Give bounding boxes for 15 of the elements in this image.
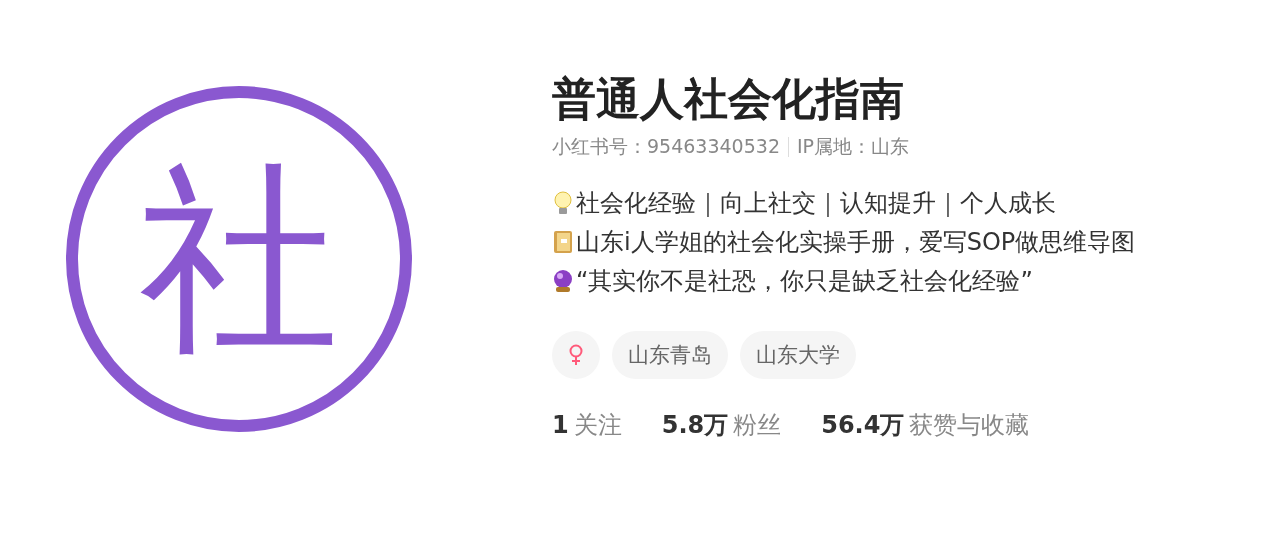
account-id: 小红书号：95463340532 bbox=[552, 133, 780, 159]
light-bulb-icon bbox=[552, 190, 574, 217]
location-tag[interactable]: 山东青岛 bbox=[612, 330, 728, 379]
bio-line: 社会化经验｜向上社交｜认知提升｜个人成长 bbox=[576, 187, 1056, 219]
location-tag[interactable]: 山东大学 bbox=[740, 330, 856, 379]
ip-location: IP属地：山东 bbox=[797, 133, 910, 159]
bio-line: “其实你不是社恐，你只是缺乏社会化经验” bbox=[576, 265, 1033, 297]
stat-link[interactable]: 1 关注 bbox=[552, 408, 622, 441]
avatar-character: 社 bbox=[139, 159, 339, 359]
book-icon bbox=[552, 229, 574, 256]
profile-name: 普通人社会化指南 bbox=[552, 73, 905, 126]
stat-link[interactable]: 5.8万 粉丝 bbox=[661, 408, 782, 441]
bio-line: 山东i人学姐的社会化实操手册，爱写SOP做思维导图 bbox=[576, 226, 1136, 258]
crystal-ball-icon bbox=[552, 268, 574, 295]
stat-link[interactable]: 56.4万 获赞与收藏 bbox=[821, 408, 1030, 441]
